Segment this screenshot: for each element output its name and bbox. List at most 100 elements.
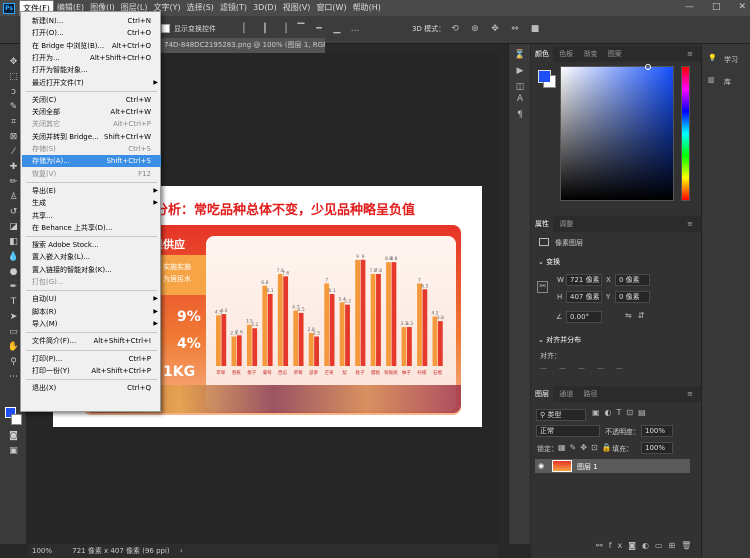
hand-tool-icon[interactable]: ✋ — [7, 341, 20, 354]
blend-mode-select[interactable]: 正常 — [536, 425, 600, 437]
y-field[interactable]: 0 像素 — [615, 291, 650, 303]
chevron-down-icon[interactable]: ⌄ — [538, 336, 546, 344]
file-menu-item[interactable]: 关闭(C) Ctrl+W — [22, 94, 161, 106]
rectangle-tool-icon[interactable]: ▭ — [7, 326, 20, 339]
file-menu-item[interactable]: 打开为... Alt+Shift+Ctrl+O — [22, 52, 161, 64]
align-left-icon[interactable]: ▏ — [240, 22, 254, 36]
frame-tool-icon[interactable]: ⊠ — [7, 131, 20, 144]
edit-toolbar-icon[interactable]: ⋯ — [7, 371, 20, 384]
pan-icon[interactable]: ✥ — [488, 22, 502, 36]
menu-3d[interactable]: 3D(D) — [250, 0, 280, 16]
paragraph-icon[interactable]: ¶ — [514, 110, 526, 122]
tab-layers[interactable]: 图层 — [531, 386, 553, 402]
pen-tool-icon[interactable]: ✒ — [7, 281, 20, 294]
color-picker-cursor[interactable] — [645, 64, 651, 70]
file-menu-item[interactable]: 关闭全部 Alt+Ctrl+W — [22, 106, 161, 118]
learn-icon[interactable]: 💡 — [708, 54, 717, 62]
panel-menu-icon[interactable]: ≡ — [683, 46, 697, 62]
angle-field[interactable]: 0.00° — [566, 311, 602, 323]
file-menu-item[interactable]: 最近打开文件(T) ▶ — [22, 77, 161, 89]
file-menu-item[interactable]: 打开(O)... Ctrl+O — [22, 27, 161, 39]
align-middle-icon[interactable]: ━ — [312, 22, 326, 36]
tab-color[interactable]: 颜色 — [531, 46, 553, 62]
screen-mode-icon[interactable]: ▣ — [7, 445, 20, 458]
file-menu-item[interactable]: 退出(X) Ctrl+Q — [22, 382, 161, 394]
quick-mask-icon[interactable]: ◙ — [7, 430, 20, 443]
slide-icon[interactable]: ⇔ — [508, 22, 522, 36]
menu-view[interactable]: 视图(V) — [280, 0, 314, 16]
menu-filter[interactable]: 滤镜(T) — [217, 0, 250, 16]
file-menu-item[interactable]: 导入(M) ▶ — [22, 318, 161, 330]
file-menu-item[interactable]: 共享... — [22, 210, 161, 222]
learn-label[interactable]: 学习 — [724, 55, 738, 65]
fill-field[interactable]: 100% — [641, 442, 673, 454]
tab-swatches[interactable]: 色板 — [555, 46, 577, 62]
library-icon[interactable]: ▥ — [708, 76, 715, 84]
lasso-tool-icon[interactable]: ↄ — [7, 86, 20, 99]
align-row-icons[interactable]: ————— — [540, 364, 635, 372]
orbit-icon[interactable]: ⟲ — [448, 22, 462, 36]
file-menu-item[interactable]: 导出(E) ▶ — [22, 185, 161, 197]
file-menu-item[interactable]: 自动(U) ▶ — [22, 293, 161, 305]
healing-brush-tool-icon[interactable]: ✚ — [7, 161, 20, 174]
tab-paths[interactable]: 路径 — [579, 386, 601, 402]
visibility-eye-icon[interactable]: ◉ — [538, 462, 544, 470]
crop-tool-icon[interactable]: ⌗ — [7, 116, 20, 129]
tab-patterns[interactable]: 图案 — [604, 46, 626, 62]
align-bottom-icon[interactable]: ▁ — [330, 22, 344, 36]
opacity-field[interactable]: 100% — [641, 425, 673, 437]
layer-kind-filter[interactable]: ⚲ 类型 — [536, 409, 586, 421]
more-options-icon[interactable]: ... — [348, 22, 362, 36]
file-menu-item[interactable]: 脚本(R) ▶ — [22, 306, 161, 318]
file-menu-item[interactable]: 打印(P)... Ctrl+P — [22, 353, 161, 365]
dodge-tool-icon[interactable]: ● — [7, 266, 20, 279]
layer-name[interactable]: 图层 1 — [577, 462, 598, 472]
lock-icons[interactable]: ▦✎✥⊡🔒 — [558, 443, 616, 452]
file-menu-item[interactable]: 置入嵌入对象(L)... — [22, 251, 161, 263]
show-transform-checkbox[interactable] — [161, 24, 170, 33]
library-label[interactable]: 库 — [724, 77, 731, 87]
chevron-down-icon[interactable]: ⌄ — [538, 258, 546, 266]
maximize-icon[interactable]: □ — [712, 2, 721, 12]
color-picker-field[interactable] — [560, 66, 674, 201]
actions-icon[interactable]: ▶ — [514, 66, 526, 78]
align-right-icon[interactable]: ▕ — [276, 22, 290, 36]
file-menu-item[interactable]: 关闭并转到 Bridge... Shift+Ctrl+W — [22, 131, 161, 143]
tab-adjustments[interactable]: 调整 — [555, 216, 577, 232]
file-menu-item[interactable]: 生成 ▶ — [22, 197, 161, 209]
blur-tool-icon[interactable]: 💧 — [7, 251, 20, 264]
width-field[interactable]: 721 像素 — [566, 274, 602, 286]
layer-comps-icon[interactable]: ◫ — [514, 82, 526, 94]
file-menu-item[interactable]: 打印一份(Y) Alt+Shift+Ctrl+P — [22, 365, 161, 377]
file-menu-item[interactable]: 在 Bridge 中浏览(B)... Alt+Ctrl+O — [22, 40, 161, 52]
file-menu-item[interactable]: 置入链接的智能对象(K)... — [22, 264, 161, 276]
zoom-level[interactable]: 100% — [32, 547, 52, 555]
file-menu-item[interactable]: 新建(N)... Ctrl+N — [22, 15, 161, 27]
menu-help[interactable]: 帮助(H) — [350, 0, 384, 16]
quick-select-tool-icon[interactable]: ✎ — [7, 101, 20, 114]
brush-tool-icon[interactable]: ✏ — [7, 176, 20, 189]
type-tool-icon[interactable]: T — [7, 296, 20, 309]
eyedropper-tool-icon[interactable]: ⁄ — [7, 146, 20, 159]
file-menu-item[interactable]: 存储为(A)... Shift+Ctrl+S — [22, 155, 161, 168]
hue-slider[interactable] — [681, 66, 690, 201]
zoom-tool-icon[interactable]: ⚲ — [7, 356, 20, 369]
align-center-icon[interactable]: ┃ — [258, 22, 272, 36]
file-menu-item[interactable]: 打开为智能对象... — [22, 64, 161, 76]
move-tool-icon[interactable]: ✥ — [7, 56, 20, 69]
video-camera-icon[interactable]: ■ — [528, 22, 542, 36]
height-field[interactable]: 407 像素 — [566, 291, 602, 303]
layer-footer-icons[interactable]: ⚯fx◙◐▭⊞🗑 — [596, 541, 697, 550]
align-top-icon[interactable]: ▔ — [294, 22, 308, 36]
status-arrow-icon[interactable]: › — [180, 547, 183, 555]
file-menu-item[interactable]: 在 Behance 上共享(D)... — [22, 222, 161, 234]
document-tab[interactable]: 74D-848DC2195283.png @ 100% (图层 1, RGB/8… — [160, 38, 325, 53]
layer-filter-icons[interactable]: ▣◐T⊡▤ — [592, 408, 651, 417]
tab-channels[interactable]: 通道 — [555, 386, 577, 402]
minimize-icon[interactable]: — — [685, 2, 694, 12]
gradient-tool-icon[interactable]: ◧ — [7, 236, 20, 249]
menu-select[interactable]: 选择(S) — [184, 0, 217, 16]
eraser-tool-icon[interactable]: ◪ — [7, 221, 20, 234]
clone-stamp-tool-icon[interactable]: ♙ — [7, 191, 20, 204]
file-menu-item[interactable]: 搜索 Adobe Stock... — [22, 239, 161, 251]
